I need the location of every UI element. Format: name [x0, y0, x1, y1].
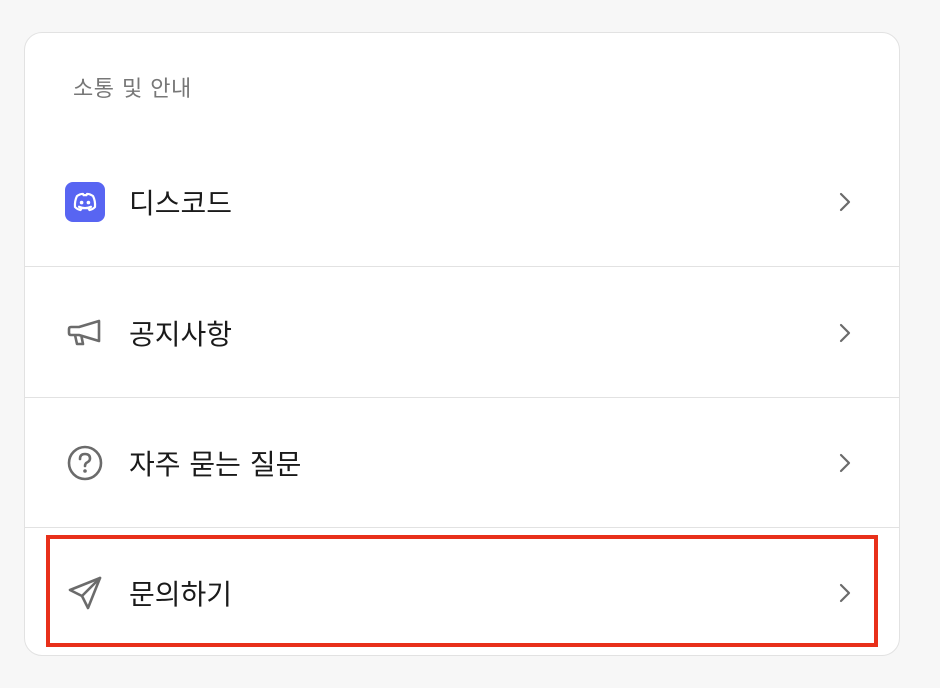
menu-item-label: 자주 묻는 질문	[129, 447, 302, 481]
discord-icon	[65, 181, 105, 222]
question-circle-icon	[65, 443, 105, 483]
menu-item-faq[interactable]: 자주 묻는 질문	[25, 398, 899, 528]
chevron-right-icon	[835, 451, 855, 475]
menu-item-label: 문의하기	[129, 578, 233, 611]
chevron-right-icon	[835, 581, 855, 605]
megaphone-icon	[65, 313, 105, 353]
menu-item-label: 디스코드	[129, 186, 233, 220]
chevron-right-icon	[835, 321, 855, 345]
community-info-card: 소통 및 안내 디스코드 공지사항 자주 묻는 질문 문의하기	[24, 32, 900, 656]
menu-item-notice[interactable]: 공지사항	[25, 268, 899, 398]
section-title: 소통 및 안내	[73, 77, 192, 102]
menu-item-discord[interactable]: 디스코드	[25, 137, 899, 267]
chevron-right-icon	[835, 190, 855, 214]
menu-item-label: 공지사항	[129, 317, 233, 351]
send-icon	[65, 573, 105, 613]
menu-item-contact[interactable]: 문의하기	[25, 528, 899, 655]
